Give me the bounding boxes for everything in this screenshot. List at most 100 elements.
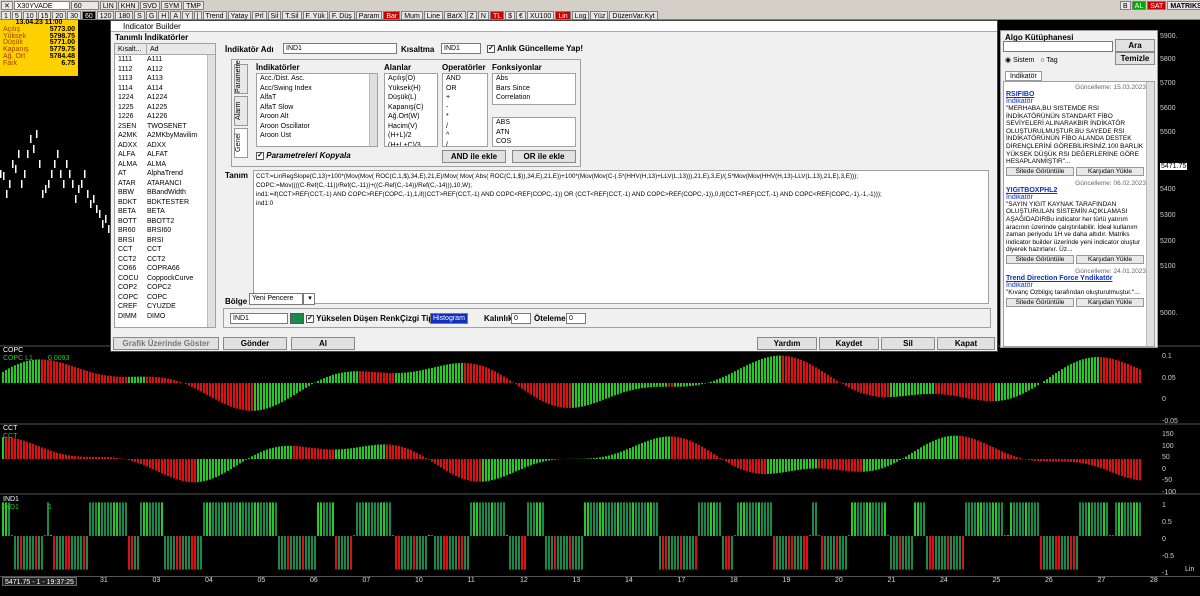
- tool-param-button[interactable]: Param: [355, 10, 383, 20]
- list-item[interactable]: BR60 BRSI60: [115, 226, 215, 236]
- thickness-input[interactable]: 0: [511, 313, 531, 324]
- tool---button[interactable]: €: [516, 10, 526, 20]
- list-item[interactable]: 1226 A1226: [115, 112, 215, 122]
- delete-button[interactable]: Sil: [881, 337, 935, 350]
- operators-item[interactable]: AND: [443, 74, 487, 84]
- tab-genel[interactable]: Genel: [234, 128, 248, 158]
- indicators-item[interactable]: AlfaT Slow: [257, 103, 377, 113]
- close-icon[interactable]: ✕: [1, 0, 13, 10]
- tool-lin-button[interactable]: Lin: [555, 10, 571, 20]
- tool-xu100-button[interactable]: XU100: [526, 10, 555, 20]
- tab-alarm[interactable]: Alarm: [234, 96, 248, 126]
- list-item[interactable]: BBW BBandWidth: [115, 188, 215, 198]
- functions2-item[interactable]: ABS: [493, 118, 575, 128]
- list-item[interactable]: COP2 COPC2: [115, 283, 215, 293]
- tool-barx-button[interactable]: BarX: [444, 10, 466, 20]
- fields-item[interactable]: Yüksek(H): [385, 84, 437, 94]
- color-swatch[interactable]: [290, 313, 304, 324]
- list-item[interactable]: CCT2 CCT2: [115, 255, 215, 265]
- tool-mum-button[interactable]: Mum: [401, 10, 423, 20]
- indicator-name-input[interactable]: IND1: [283, 43, 397, 54]
- series-dropdown[interactable]: IND1: [230, 313, 288, 324]
- functions-list[interactable]: Abs Bars Since Correlation: [492, 73, 576, 105]
- download-button[interactable]: Karşıdan Yükle: [1076, 297, 1144, 307]
- indicators-item[interactable]: AlfaT: [257, 93, 377, 103]
- list-item[interactable]: COPC COPC: [115, 293, 215, 303]
- list-item[interactable]: 1111 A111: [115, 55, 215, 65]
- tab-indicator[interactable]: İndikatör: [1005, 71, 1042, 81]
- functions-item[interactable]: Abs: [493, 74, 575, 84]
- copy-params-checkbox[interactable]: ✓: [256, 151, 264, 160]
- algo-clear-button[interactable]: Temizle: [1115, 52, 1155, 65]
- fields-item[interactable]: Düşük(L): [385, 93, 437, 103]
- tool-trend-button[interactable]: Trend: [202, 10, 227, 20]
- tool-f-d--button[interactable]: F. Düş: [328, 10, 355, 20]
- tool-t-sil-button[interactable]: T.Sil: [282, 10, 302, 20]
- fields-item[interactable]: Kapanış(C): [385, 103, 437, 113]
- period-h-button[interactable]: H: [158, 10, 170, 20]
- symbol-field[interactable]: X30YVADE: [13, 0, 70, 10]
- operators-item[interactable]: (: [443, 141, 487, 147]
- operators-item[interactable]: /: [443, 122, 487, 132]
- operators-item[interactable]: +: [443, 93, 487, 103]
- list-item[interactable]: 2SEN TWOSENET: [115, 122, 215, 132]
- scale-mode[interactable]: Lin: [1185, 566, 1194, 573]
- tool---button[interactable]: $: [505, 10, 516, 20]
- buy-button[interactable]: B: [1120, 0, 1131, 10]
- operators-list[interactable]: AND OR + - * / ^(: [442, 73, 488, 147]
- col-name[interactable]: Ad: [147, 44, 159, 54]
- sat-button[interactable]: SAT: [1147, 0, 1167, 10]
- period-120-button[interactable]: 120: [96, 10, 115, 20]
- tool-d-zenvar-kyt-button[interactable]: DüzenVar.Kyt: [609, 10, 658, 20]
- rise-fall-checkbox[interactable]: ✓: [306, 314, 314, 323]
- functions2-item[interactable]: COS: [493, 137, 575, 146]
- list-item[interactable]: ALFA ALFAT: [115, 150, 215, 160]
- send-button[interactable]: Gönder: [223, 337, 287, 350]
- algo-scrollbar[interactable]: [1146, 82, 1154, 346]
- indicators-scrollbar[interactable]: [369, 74, 377, 146]
- tool-bar-button[interactable]: Bar: [383, 10, 401, 20]
- indicators-item[interactable]: Aroon Üst: [257, 131, 377, 141]
- tool-n-button[interactable]: N: [477, 10, 489, 20]
- defined-indicators-list[interactable]: Kısalt... Ad 1111 A111 1112 A112 1113 A113 111…: [114, 43, 216, 328]
- tab-parametre[interactable]: Parametre: [234, 60, 248, 94]
- region-dropdown[interactable]: Yeni Pencere: [249, 293, 303, 305]
- list-item[interactable]: COCU CoppockCurve: [115, 274, 215, 284]
- list-item[interactable]: A2MK A2MKbyMavilim: [115, 131, 215, 141]
- algo-search-button[interactable]: Ara: [1115, 39, 1155, 52]
- download-button[interactable]: Karşıdan Yükle: [1076, 166, 1144, 176]
- indicators-item[interactable]: Acc/Swing Index: [257, 84, 377, 94]
- list-item[interactable]: CREF CYUZDE: [115, 302, 215, 312]
- period-1-button[interactable]: 1: [1, 10, 11, 20]
- toolbar-svd-button[interactable]: SVD: [139, 0, 160, 10]
- period-dropdown[interactable]: 60: [70, 0, 99, 10]
- list-item[interactable]: 1225 A1225: [115, 103, 215, 113]
- operators-item[interactable]: OR: [443, 84, 487, 94]
- indicators-item[interactable]: Acc./Dist. Asc.: [257, 74, 377, 84]
- tool-line-button[interactable]: Line: [423, 10, 444, 20]
- definition-editor[interactable]: CCT:=LinRegSlope(C,13)+100*(Mov(Mov( ROC…: [253, 170, 989, 304]
- period-y-button[interactable]: Y: [182, 10, 193, 20]
- list-item[interactable]: DIMM DIMO: [115, 312, 215, 322]
- list-item[interactable]: BRSI BRSI: [115, 236, 215, 246]
- tool-z-button[interactable]: Z: [466, 10, 477, 20]
- short-input[interactable]: IND1: [441, 43, 481, 54]
- functions2-item[interactable]: ATN: [493, 128, 575, 138]
- period-g-button[interactable]: G: [145, 10, 158, 20]
- download-button[interactable]: Karşıdan Yükle: [1076, 254, 1144, 264]
- get-button[interactable]: Al: [291, 337, 355, 350]
- list-item[interactable]: CCT CCT: [115, 245, 215, 255]
- show-on-chart-button[interactable]: Grafik Üzerinde Göster: [113, 337, 219, 350]
- tool-prl-button[interactable]: Prl: [251, 10, 267, 20]
- list-item[interactable]: 1112 A112: [115, 65, 215, 75]
- operators-item[interactable]: *: [443, 112, 487, 122]
- toolbar-sym-button[interactable]: SYM: [160, 0, 183, 10]
- indicators-list[interactable]: Acc./Dist. Asc. Acc/Swing Index AlfaT AlfaT…: [256, 73, 378, 147]
- fields-item[interactable]: Ağ.Ort(W): [385, 112, 437, 122]
- and-add-button[interactable]: AND ile ekle: [442, 150, 506, 163]
- list-item[interactable]: BDKT BDKTESTER: [115, 198, 215, 208]
- operators-item[interactable]: ^: [443, 131, 487, 141]
- list-item[interactable]: 1224 A1224: [115, 93, 215, 103]
- period-30-button[interactable]: 30: [67, 10, 81, 20]
- list-item[interactable]: BETA BETA: [115, 207, 215, 217]
